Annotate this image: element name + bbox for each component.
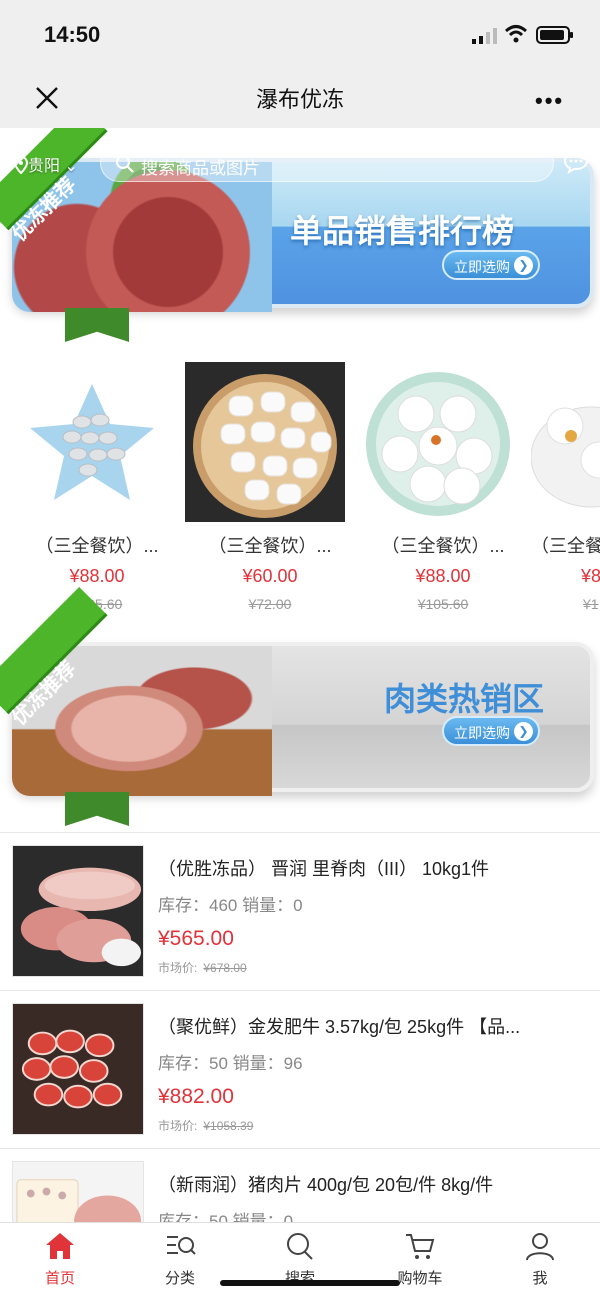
product-image (12, 362, 172, 522)
recommend-ribbon: 优冻推荐 (0, 586, 120, 730)
status-time: 14:50 (44, 22, 101, 47)
buy-now-button[interactable]: 立即选购 ❯ (442, 716, 540, 746)
product-stock: 库存：50 销量：0 (158, 1212, 294, 1222)
category-icon (167, 1236, 196, 1255)
ranking-product-card[interactable]: （三全餐饮）... ¥88.00 ¥105.60 (358, 360, 518, 620)
product-name: （三全餐饮）... (381, 536, 505, 556)
product-row[interactable]: （新雨润）猪肉片 400g/包 20包/件 8kg/件 库存：50 销量：0 (0, 1148, 600, 1222)
product-title: （聚优鲜）金发肥牛 3.57kg/包 25kg件 【品... (158, 1017, 521, 1037)
ribbon-tail (65, 792, 129, 826)
arrow-right-icon: ❯ (514, 256, 533, 275)
banner-title: 单品销售排行榜 (290, 213, 515, 249)
chevron-down-icon: ⌄ (60, 158, 78, 175)
product-title: （新雨润）猪肉片 400g/包 20包/件 8kg/件 (158, 1175, 494, 1195)
battery-icon (536, 26, 573, 44)
ranking-product-card[interactable]: （三全餐饮）... ¥60.00 ¥72.00 (185, 360, 345, 620)
product-title: （优胜冻品） 晋润 里脊肉（III） 10kg1件 (158, 859, 490, 879)
tab-me[interactable]: 我 (480, 1231, 600, 1288)
product-image (12, 1003, 144, 1135)
user-icon (526, 1233, 554, 1261)
more-icon[interactable]: ••• (535, 88, 564, 114)
product-price: ¥8 (581, 566, 600, 586)
buy-now-button[interactable]: 立即选购 ❯ (442, 250, 540, 280)
product-price: ¥88.00 (69, 566, 125, 586)
cart-icon (406, 1234, 435, 1259)
tab-bar: 首页 分类 搜索 购物车 我 (0, 1222, 600, 1298)
location-selector[interactable]: 贵阳 ⌄ (13, 152, 78, 176)
product-original-price: ¥105.60 (417, 596, 469, 612)
wifi-icon (504, 25, 528, 43)
product-original-price: ¥72.00 (248, 596, 292, 612)
location-pin-icon (13, 155, 29, 175)
banner-title: 肉类热销区 (384, 681, 545, 717)
nav-bar: 瀑布优冻 ••• (0, 70, 600, 128)
ranking-product-card[interactable]: （三全餐饮）... ¥88.00 ¥105.60 (12, 360, 172, 620)
search-input[interactable]: 搜索商品或图片 (100, 144, 554, 182)
arrow-right-icon: ❯ (514, 722, 533, 741)
market-price: 市场价: ¥1058.39 (158, 1119, 254, 1133)
product-image (531, 362, 600, 522)
product-stock: 库存：50 销量：96 (158, 1054, 303, 1073)
home-indicator (220, 1280, 400, 1286)
product-price: ¥565.00 (158, 927, 234, 950)
ribbon-tail (65, 308, 129, 342)
product-name: （三全餐 (531, 536, 600, 556)
status-bar: 14:50 (0, 0, 600, 70)
product-stock: 库存：460 销量：0 (158, 896, 303, 915)
tab-home[interactable]: 首页 (0, 1231, 120, 1288)
product-name: （三全餐饮）... (35, 536, 159, 556)
message-icon[interactable] (563, 150, 589, 174)
search-placeholder: 搜索商品或图片 (141, 159, 260, 178)
signal-icon (472, 28, 497, 44)
home-icon (46, 1233, 74, 1259)
product-row[interactable]: （聚优鲜）金发肥牛 3.57kg/包 25kg件 【品... 库存：50 销量：… (0, 990, 600, 1148)
search-icon (115, 154, 134, 173)
page-title: 瀑布优冻 (255, 87, 344, 112)
market-price: 市场价: ¥678.00 (158, 961, 247, 975)
home-content[interactable]: 优冻推荐 单品销售排行榜 立即选购 ❯ 贵阳 ⌄ 搜索商品或图片 （三全餐饮）.… (0, 128, 600, 1222)
product-price: ¥60.00 (242, 566, 298, 586)
product-price: ¥88.00 (415, 566, 471, 586)
product-original-price: ¥1 (583, 596, 599, 612)
product-image (12, 1161, 144, 1222)
product-row[interactable]: （优胜冻品） 晋润 里脊肉（III） 10kg1件 库存：460 销量：0 ¥5… (0, 832, 600, 990)
product-image (185, 362, 345, 522)
recommend-ribbon: 优冻推荐 (0, 128, 120, 246)
product-image (12, 845, 144, 977)
ranking-product-list[interactable]: （三全餐饮）... ¥88.00 ¥105.60 （三全餐饮）... ¥60.0… (0, 360, 600, 620)
ranking-product-card[interactable]: （三全餐 ¥8 ¥1 (531, 360, 600, 620)
product-image (358, 362, 518, 522)
product-name: （三全餐饮）... (208, 536, 332, 556)
product-price: ¥882.00 (158, 1085, 234, 1108)
meat-zone-banner[interactable]: 优冻推荐 肉类热销区 立即选购 ❯ (0, 586, 600, 826)
search-icon (287, 1233, 313, 1260)
